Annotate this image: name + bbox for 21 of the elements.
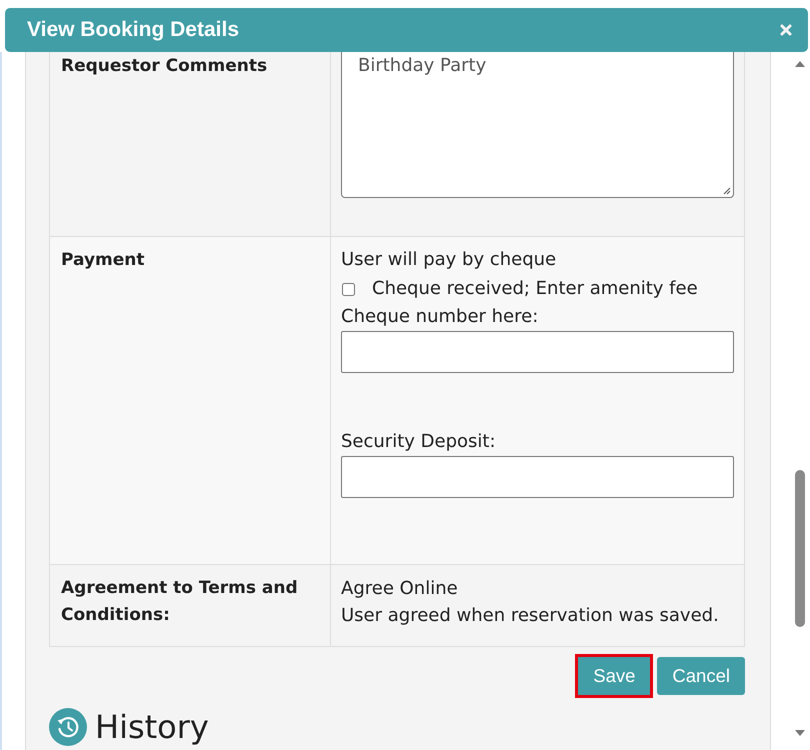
row-label: Requestor Comments bbox=[61, 55, 268, 78]
row-text: User agreed when reservation was saved. bbox=[341, 604, 720, 628]
resize-grip-icon[interactable] bbox=[723, 187, 731, 195]
history-heading: History bbox=[95, 708, 209, 746]
close-icon[interactable] bbox=[780, 24, 792, 36]
field-label: Security Deposit: bbox=[341, 430, 497, 454]
scroll-up-icon[interactable] bbox=[795, 61, 805, 67]
history-icon bbox=[49, 708, 87, 746]
scrollbar-thumb[interactable] bbox=[795, 470, 805, 627]
comments-field[interactable]: Birthday Party bbox=[341, 52, 734, 198]
dialog-title: View Booking Details bbox=[27, 18, 239, 42]
row-label: Payment bbox=[61, 249, 145, 272]
cheque-received-checkbox[interactable] bbox=[342, 282, 355, 296]
input-field[interactable] bbox=[341, 331, 734, 373]
checkbox-label[interactable]: Cheque received; Enter amenity fee bbox=[372, 277, 698, 301]
field-label: Cheque number here: bbox=[341, 305, 540, 329]
scroll-down-icon[interactable] bbox=[795, 730, 805, 736]
payment-note: User will pay by cheque bbox=[341, 248, 558, 272]
row-text: Agree Online bbox=[341, 577, 459, 601]
input-field[interactable] bbox=[341, 456, 734, 498]
row-label: Agreement to Terms and Conditions: bbox=[61, 577, 299, 627]
